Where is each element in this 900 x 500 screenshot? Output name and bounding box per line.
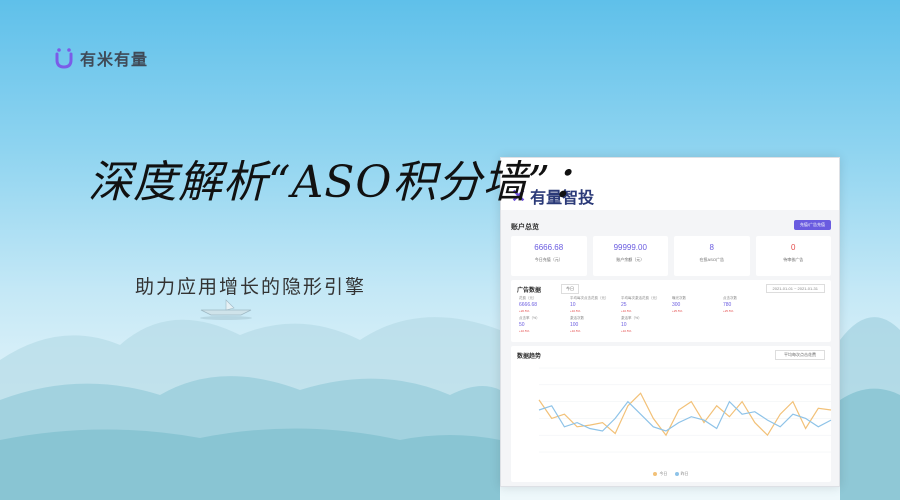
metric-trend: +10.5%: [519, 329, 530, 333]
legend-item-yesterday[interactable]: 昨日: [674, 471, 689, 476]
metric-trend: +10.5%: [621, 329, 632, 333]
metric-key: 平均每次激活花费（元）: [621, 296, 660, 300]
card-label: 今日充值（元）: [534, 257, 563, 262]
overview-card[interactable]: 6666.68 今日充值（元）: [511, 236, 587, 276]
metric-value: 50: [519, 322, 525, 328]
metric-key: 平均每次点击花费（元）: [570, 296, 609, 300]
overview-cards: 6666.68 今日充值（元） 99999.00 账户余额（元） 8 在投ASO…: [511, 236, 831, 276]
card-value: 6666.68: [534, 243, 564, 252]
brand-u-icon: [55, 48, 73, 69]
series-line-0: [538, 392, 832, 437]
card-label: 账户余额（元）: [616, 257, 645, 262]
metric-key: 激活次数: [570, 316, 584, 320]
date-range-picker[interactable]: 2021-01-01 ~ 2021-01-31: [765, 284, 825, 293]
metric-item: 曝光次数 300 +25.5%: [672, 296, 723, 313]
metric-item-empty: [774, 296, 825, 313]
metric-trend: +25.5%: [723, 309, 734, 313]
card-label: 待审核广告: [783, 257, 804, 262]
legend-item-today[interactable]: 今日: [653, 471, 667, 476]
metric-key: 曝光次数: [672, 296, 686, 300]
headline: 深度解析“ASO积分墙”：: [88, 157, 596, 208]
metric-item: 平均每次点击花费（元） 10 +10.5%: [570, 296, 621, 313]
overview-card[interactable]: 99999.00 账户余额（元）: [592, 236, 668, 276]
chart-legend: 今日 昨日: [511, 471, 831, 477]
metric-value: 6666.68: [519, 302, 538, 308]
metric-item: 点击次数 780 +25.5%: [723, 296, 774, 313]
metric-trend: +20.5%: [519, 309, 530, 313]
metric-item: 平均每次激活花费（元） 25 +10.5%: [621, 296, 672, 313]
recharge-button[interactable]: 充值/广告充值: [793, 220, 831, 230]
metric-item: 激活次数 100 +10.5%: [570, 316, 621, 333]
metric-value: 25: [621, 302, 627, 308]
card-value: 99999.00: [613, 243, 647, 252]
metric-item: 点击率（%） 50 +10.5%: [519, 316, 570, 333]
metric-item: 花费（元） 6666.68 +20.5%: [519, 296, 570, 313]
metric-trend: +10.5%: [621, 309, 632, 313]
overview-card[interactable]: 0 待审核广告: [755, 236, 831, 276]
metric-value: 10: [621, 322, 627, 328]
account-overview-title: 账户总览: [511, 224, 539, 231]
metric-key: 点击次数: [723, 296, 737, 300]
metrics-grid: 花费（元） 6666.68 +20.5% 平均每次点击花费（元） 10 +10.5% 平…: [519, 296, 825, 333]
metric-value: 780: [723, 302, 732, 308]
trend-line-chart: [538, 367, 832, 453]
metric-trend: +25.5%: [672, 309, 683, 313]
metric-item: 激活率（%） 10 +10.5%: [621, 316, 672, 333]
card-value: 8: [709, 243, 714, 252]
metric-trend: +10.5%: [570, 329, 581, 333]
boat-icon: [200, 299, 252, 320]
metric-key: 花费（元）: [519, 296, 537, 300]
brand-logo[interactable]: 有米有量: [54, 46, 148, 70]
metric-value: 300: [672, 302, 681, 308]
metric-key: 激活率（%）: [621, 316, 642, 320]
ad-data-panel: 广告数据 今日 2021-01-01 ~ 2021-01-31 花费（元） 666…: [511, 280, 831, 342]
data-trend-panel: 数据趋势 平均每次点击花费 今日 昨日: [511, 346, 832, 482]
subtitle: 助力应用增长的隐形引擎: [135, 276, 367, 298]
tab-today[interactable]: 今日: [561, 284, 579, 294]
brand-name: 有米有量: [80, 50, 149, 69]
metric-trend: +10.5%: [570, 309, 581, 313]
overview-card[interactable]: 8 在投ASO广告: [674, 236, 750, 276]
metric-value: 10: [570, 302, 576, 308]
data-trend-title: 数据趋势: [517, 354, 542, 360]
card-value: 0: [791, 243, 796, 252]
metric-value: 100: [570, 322, 579, 328]
metric-selector[interactable]: 平均每次点击花费: [775, 350, 825, 360]
ad-data-title: 广告数据: [517, 288, 542, 294]
metric-key: 点击率（%）: [519, 316, 540, 320]
card-label: 在投ASO广告: [699, 257, 724, 262]
